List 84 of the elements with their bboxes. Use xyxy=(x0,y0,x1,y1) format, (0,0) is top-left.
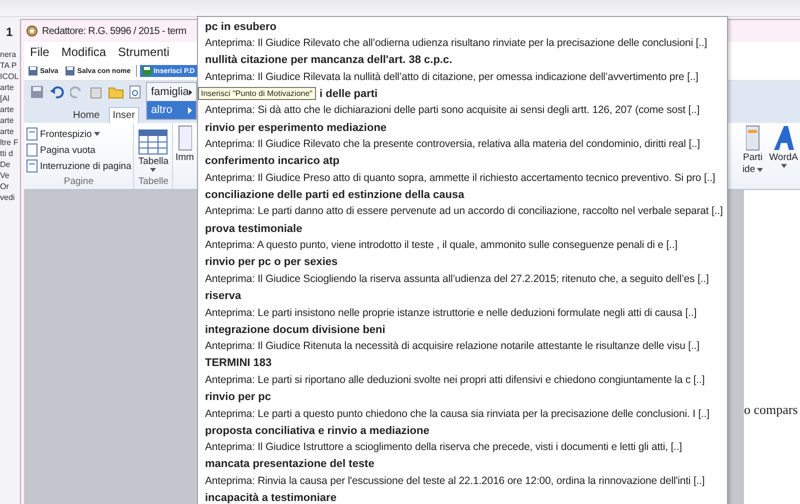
caret-icon xyxy=(94,132,100,136)
ribbon-tab[interactable]: Inser xyxy=(108,107,139,123)
background-list-item: vedi xyxy=(0,192,16,203)
menu-item-title[interactable]: integrazione docum divisione beni xyxy=(205,324,386,336)
menu-bar-item[interactable]: File xyxy=(30,45,50,59)
save-icon xyxy=(142,66,152,76)
menu-item-title[interactable]: rinvio per esperimento mediazione xyxy=(205,122,387,134)
background-list-item: arte xyxy=(0,104,15,115)
redo-icon xyxy=(70,85,84,99)
caret-icon xyxy=(150,168,156,172)
document-text: o compars xyxy=(744,402,798,417)
menu-item-title[interactable]: riserva xyxy=(205,290,242,302)
menu-bar-item[interactable]: Modifica xyxy=(61,45,106,59)
folder-icon xyxy=(108,85,124,99)
menu-item-title[interactable]: i delle parti xyxy=(320,88,378,100)
background-list-item: arte xyxy=(0,126,15,137)
menu-item-preview: Anteprima: Le parti a questo punto chiedono che la causa sia rinviata per la precisazione delle conclusioni. I [..] xyxy=(205,406,710,422)
background-list-item: TA P xyxy=(0,60,18,71)
menu-item-title[interactable]: pc in esubero xyxy=(205,20,277,32)
wordart-button[interactable]: WordA xyxy=(767,123,800,189)
menu-item-preview: Anteprima: Il Giudice Ritenuta la necessità di acquisire relazione notarile attestante le risultanze delle visu [..] xyxy=(205,339,700,354)
menu-item-title[interactable]: conferimento incarico atp xyxy=(205,155,340,168)
page-icon xyxy=(26,143,38,157)
submenu-arrow-icon xyxy=(188,106,192,114)
menu-item-preview: Anteprima: Il Giudice Rilevato che la presente controversia, relativa alla materia del condominio, diritti real [..] xyxy=(205,137,701,152)
menu-bar-item[interactable]: Strumenti xyxy=(118,45,170,59)
ribbon-tab[interactable]: Home xyxy=(70,108,103,123)
menu-item-title[interactable]: nullità citazione per mancanza dell'art. 38 c.p.c. xyxy=(205,54,452,66)
menu-item-preview: Anteprima: Il Giudice Rilevato che all’odierna udienza risultano rinviate per la precisazione delle conclusioni [..] xyxy=(205,36,708,51)
save-icon xyxy=(30,85,44,99)
group-label: Pagine xyxy=(62,176,94,187)
submenu-item[interactable]: altro xyxy=(147,101,196,119)
background-list-item: arte xyxy=(0,115,15,126)
save-icon xyxy=(28,66,38,76)
background-list-item: arte xyxy=(0,82,15,93)
submenu-arrow-icon xyxy=(188,88,192,96)
background-list-item: Or xyxy=(0,181,10,192)
menu-item-title[interactable]: TERMINI 183 xyxy=(205,357,272,370)
ribbon-command[interactable]: Pagina vuota xyxy=(26,143,132,157)
menu-item-preview: Anteprima: Le parti insistono nelle proprie istanze istruttorie e nelle deduzioni formulate negli atti di causa [..] xyxy=(205,306,698,320)
window-number: 1 xyxy=(5,25,14,41)
menu-item-title[interactable]: rinvio per pc o per sexies xyxy=(205,256,338,268)
menu-item-preview: Anteprima: A questo punto, viene introdotto il teste , il quale, ammonito sulle conseguenze penali di e [..] xyxy=(205,238,678,254)
menu-item-title[interactable]: proposta conciliativa e rinvio a mediazione xyxy=(205,424,430,437)
menu-item-title[interactable]: mancata presentazione del teste xyxy=(205,458,374,470)
background-list-item: Ve xyxy=(0,170,10,181)
page-icon xyxy=(26,127,38,141)
table-button[interactable]: Tabella xyxy=(136,127,170,174)
tooltip: Inserisci "Punto di Motivazione" xyxy=(198,87,316,100)
group-label: Tabelle xyxy=(137,176,170,187)
menu-item-preview: Anteprima: Il Giudice Preso atto di quanto sopra, ammette il richiesto accertamento tecnico preventivo. Si pro [..] xyxy=(205,170,716,186)
document-icon xyxy=(89,85,103,99)
menu-item-title[interactable]: prova testimoniale xyxy=(205,222,302,235)
ribbon-command[interactable]: Interruzione di pagina xyxy=(26,159,132,173)
background-list-item: ltre F xyxy=(0,137,20,148)
window-title: Redattore: R.G. 5996 / 2015 - term xyxy=(42,26,186,36)
background-list-item: De xyxy=(0,159,12,170)
menu-item-title[interactable]: incapacità a testimoniare xyxy=(205,492,336,504)
app-icon xyxy=(26,25,38,37)
image-button[interactable]: Imm xyxy=(173,123,196,189)
menu-item-title[interactable]: conciliazione delle parti ed estinzione della causa xyxy=(205,188,464,201)
background-list-item: ICOL xyxy=(0,71,20,82)
menu-item-preview: Anteprima: Rinvia la causa per l'escussione del teste al 22.1.2016 ore 12:00, ordina la rinnovazione dell'inti [..] xyxy=(205,474,706,489)
quick-parts-button[interactable]: Parti ide xyxy=(740,123,768,189)
submenu-item[interactable]: famiglia xyxy=(147,83,196,101)
background-list-item: nera xyxy=(0,49,18,60)
background-list-item: tti d xyxy=(0,148,14,159)
menu-item-preview: Anteprima: Il Giudice Rilevata la nullità dell’atto di citazione, per omessa indicazione dell’avvertimento pre [..] xyxy=(205,70,700,85)
background-list-item: [Al xyxy=(0,93,10,104)
page-icon xyxy=(26,159,38,173)
menu-item-preview: Anteprima: Il Giudice Istruttore a scioglimento della riserva che precede, visti i documenti e letti gli atti, [..] xyxy=(205,440,683,456)
menu-item-preview: Anteprima: Le parti danno atto di essere pervenute ad un accordo di conciliazione, raccolto nel verbale separat [..] xyxy=(205,204,724,220)
undo-icon xyxy=(49,85,65,99)
print-preview-icon xyxy=(129,85,141,99)
menu-item-preview: Anteprima: Si dà atto che le dichiarazioni delle parti sono acquisite ai sensi degli artt. 126, 207 (come sost [..] xyxy=(205,103,701,118)
caret-icon xyxy=(757,168,764,172)
menu-item-preview: Anteprima: Le parti si riportano alle deduzioni svolte nei propri atti difensivi e chiedono congiuntamente la c [..] xyxy=(205,372,706,388)
menu-item-title[interactable]: rinvio per pc xyxy=(205,391,272,404)
parts-icon xyxy=(746,125,760,151)
save-icon xyxy=(65,66,76,76)
caret-icon xyxy=(780,164,787,168)
table-icon xyxy=(138,129,168,155)
ribbon-command[interactable]: Frontespizio xyxy=(26,127,132,141)
menu-item-preview: Anteprima: Il Giudice Sciogliendo la riserva assunta all’udienza del 27.2.2015; ritenuto che, a seguito dell’es [..] xyxy=(205,272,710,287)
